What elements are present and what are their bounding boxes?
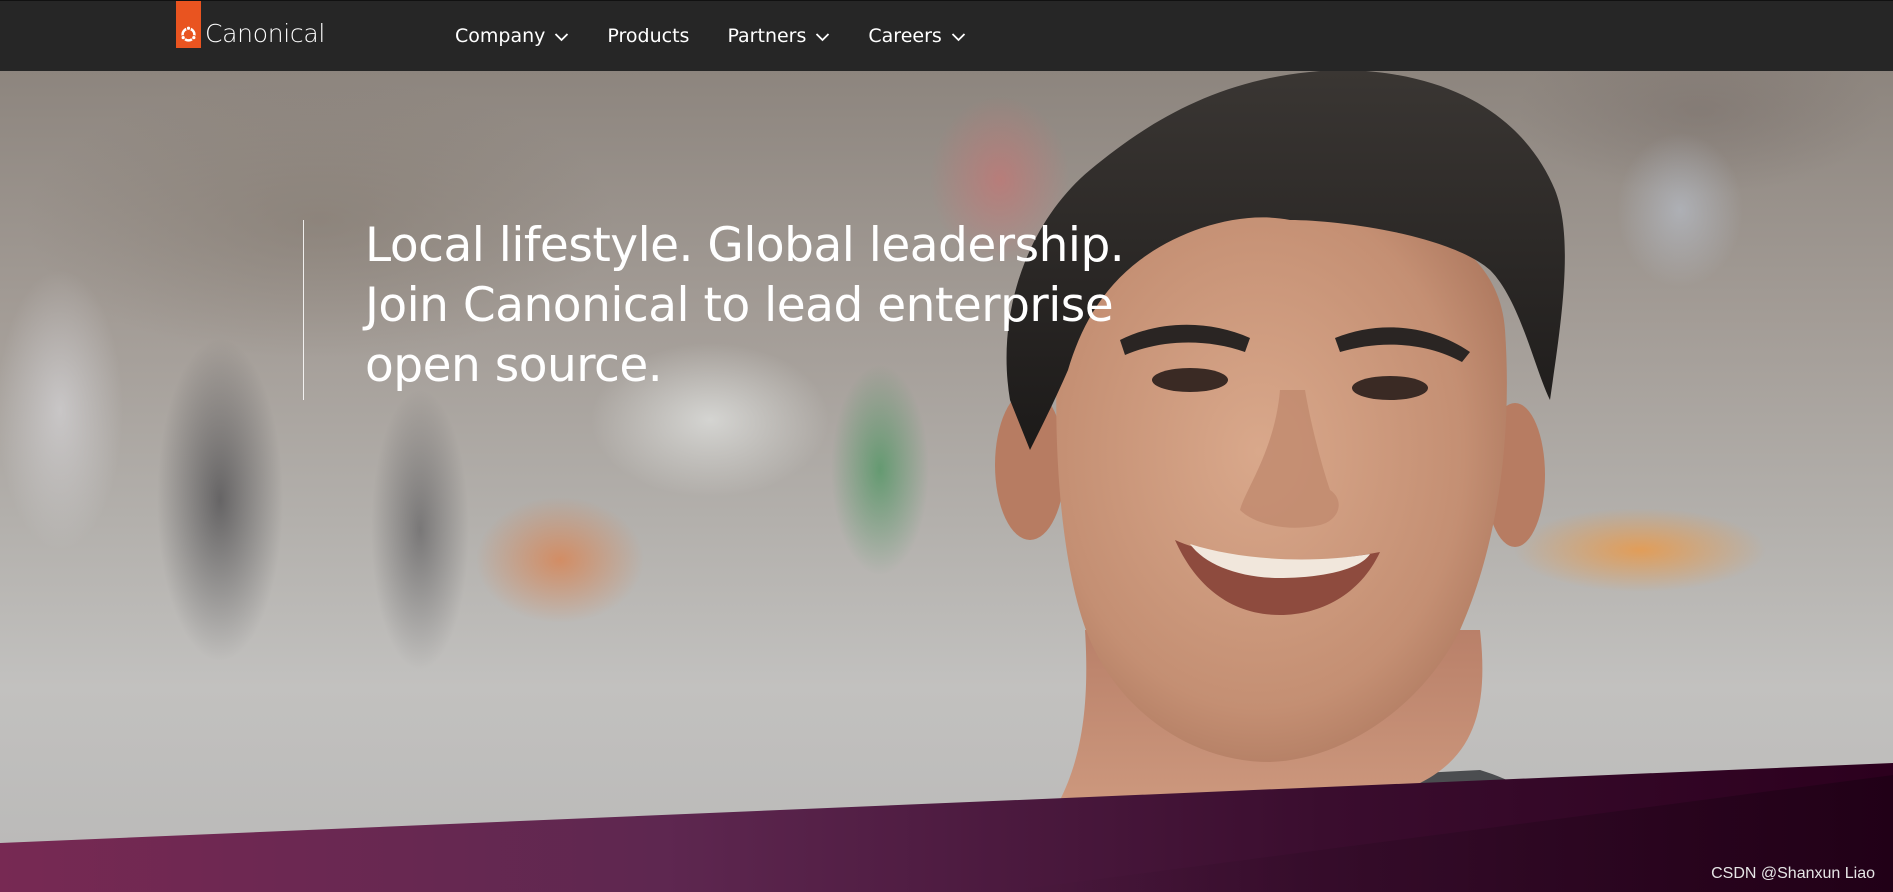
canonical-logo-icon (176, 1, 201, 48)
hero-quote: Local lifestyle. Global leadership. Join… (303, 218, 1185, 400)
hero-headline: Local lifestyle. Global leadership. Join… (365, 218, 1125, 393)
hero-portrait-image (965, 70, 1600, 892)
brand-name: Canonical (205, 19, 326, 48)
chevron-down-icon (951, 25, 966, 47)
top-navigation: Canonical Company Products Partners Care… (0, 0, 1893, 71)
nav-item-label: Company (455, 25, 546, 47)
nav-item-label: Partners (727, 25, 807, 47)
nav-item-company[interactable]: Company (455, 1, 588, 71)
nav-item-careers[interactable]: Careers (849, 1, 984, 71)
page: Canonical Company Products Partners Care… (0, 0, 1893, 892)
chevron-down-icon (554, 25, 569, 47)
nav-item-partners[interactable]: Partners (708, 1, 849, 71)
main-nav: Company Products Partners Careers (455, 1, 985, 71)
watermark-text: CSDN @Shanxun Liao (1711, 865, 1875, 882)
nav-item-label: Careers (868, 25, 942, 47)
nav-item-products[interactable]: Products (588, 1, 708, 71)
hero-section: Local lifestyle. Global leadership. Join… (0, 70, 1893, 892)
chevron-down-icon (815, 25, 830, 47)
nav-item-label: Products (607, 25, 690, 47)
canonical-logo-link[interactable]: Canonical (176, 1, 325, 48)
